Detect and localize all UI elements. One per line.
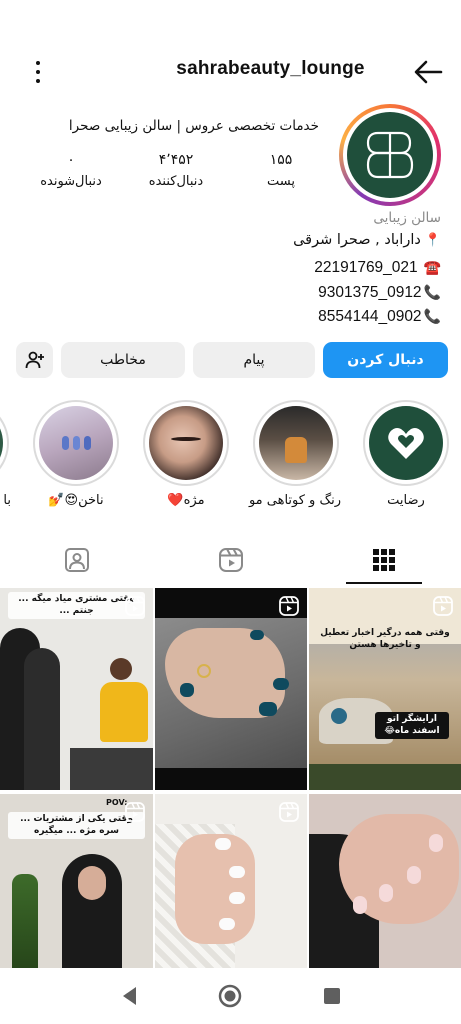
- post-caption-inner: ارایشگر اتو اسفند ماه😂: [375, 712, 449, 740]
- post-thumbnail[interactable]: وقتی مشتری میاد میگه ... جنتم ...: [0, 588, 153, 790]
- profile-stats: ۱۵۵ پست ۴٬۴۵۲ دنبال‌کننده ۰ دنبال‌شونده: [31, 152, 321, 189]
- reels-icon: [219, 548, 243, 572]
- reel-icon: [125, 802, 145, 822]
- phone-line-2[interactable]: 9301375_0912 📞: [318, 284, 441, 302]
- stat-posts-value: ۱۵۵: [269, 152, 293, 168]
- tab-reels[interactable]: [154, 536, 308, 584]
- back-arrow-icon[interactable]: [413, 58, 443, 86]
- stat-following-label: دنبال‌شونده: [40, 174, 102, 189]
- profile-actions: دنبال کردن پیام مخاطب: [16, 342, 448, 378]
- phone-number: 9301375_0912: [318, 284, 422, 301]
- active-tab-indicator: [346, 582, 422, 584]
- highlight-lashes[interactable]: مژه❤️: [141, 400, 231, 508]
- tab-tagged[interactable]: [0, 536, 154, 584]
- telephone-icon: ☎️: [419, 259, 441, 275]
- location-pin-icon: 📍: [424, 233, 441, 248]
- highlight-label: ناخن😍💅: [48, 493, 104, 508]
- system-nav-bar: [0, 968, 461, 1024]
- post-thumbnail[interactable]: [155, 588, 307, 790]
- highlight-satisfaction[interactable]: رضایت: [361, 400, 451, 508]
- sb-logo-icon: [366, 131, 414, 179]
- highlight-partial[interactable]: با: [0, 400, 11, 508]
- reel-icon: [279, 596, 299, 616]
- location-line: 📍داراباد , صحرا شرقی: [293, 232, 441, 248]
- stat-posts-label: پست: [267, 174, 295, 189]
- post-thumbnail[interactable]: [309, 794, 461, 968]
- phone-number: 22191769_021: [314, 259, 418, 276]
- grid-icon: [373, 549, 395, 571]
- profile-header: sahrabeauty_lounge: [0, 52, 461, 92]
- post-thumbnail[interactable]: وقتی همه درگیر اخبار تعطیل و تاخیرها هست…: [309, 588, 461, 790]
- tab-posts-grid[interactable]: [307, 536, 461, 584]
- phone-line-3[interactable]: 8554144_0902 📞: [318, 308, 441, 326]
- highlight-label: مژه❤️: [167, 493, 205, 508]
- follow-button[interactable]: دنبال کردن: [323, 342, 448, 378]
- post-thumbnail[interactable]: وقتی یکی از مشتریات ... سره مژه ... میگی…: [0, 794, 153, 968]
- story-highlights: رضایت رنگ و کوتاهی مو مژه❤️ ناخن😍💅 با: [0, 400, 461, 520]
- stat-followers[interactable]: ۴٬۴۵۲ دنبال‌کننده: [136, 152, 216, 189]
- profile-tabs: [0, 536, 461, 586]
- tagged-icon: [65, 548, 89, 572]
- highlight-label: رنگ و کوتاهی مو: [248, 493, 341, 508]
- suggested-users-button[interactable]: [16, 342, 53, 378]
- posts-grid: وقتی همه درگیر اخبار تعطیل و تاخیرها هست…: [0, 588, 461, 968]
- highlight-label: رضایت: [387, 493, 425, 508]
- stat-following[interactable]: ۰ دنبال‌شونده: [31, 152, 111, 189]
- profile-avatar[interactable]: [339, 104, 441, 206]
- location-text: داراباد , صحرا شرقی: [293, 232, 421, 248]
- highlight-label: با: [3, 493, 11, 508]
- bio-headline: خدمات تخصصی عروس | سالن زیبایی صحرا: [68, 118, 319, 134]
- heart-icon: [388, 428, 424, 459]
- profile-category: سالن زیبایی: [373, 210, 441, 226]
- phone-receiver-icon: 📞: [423, 308, 441, 324]
- phone-line-1[interactable]: 22191769_021 ☎️: [314, 259, 441, 277]
- add-user-icon: [25, 351, 44, 369]
- post-caption: وقتی همه درگیر اخبار تعطیل و تاخیرها هست…: [320, 628, 450, 650]
- profile-username: sahrabeauty_lounge: [176, 58, 365, 79]
- post-thumbnail[interactable]: [155, 794, 307, 968]
- stat-posts[interactable]: ۱۵۵ پست: [241, 152, 321, 189]
- stat-followers-value: ۴٬۴۵۲: [158, 152, 194, 168]
- stat-following-value: ۰: [67, 152, 75, 168]
- contact-button[interactable]: مخاطب: [61, 342, 185, 378]
- phone-receiver-icon: 📞: [423, 284, 441, 300]
- reel-icon: [433, 596, 453, 616]
- nav-recents-icon[interactable]: [320, 984, 344, 1008]
- reel-icon: [279, 802, 299, 822]
- message-button[interactable]: پیام: [193, 342, 315, 378]
- highlight-nails[interactable]: ناخن😍💅: [31, 400, 121, 508]
- phone-number: 8554144_0902: [318, 308, 422, 325]
- highlight-hair[interactable]: رنگ و کوتاهی مو: [248, 400, 341, 508]
- nav-home-icon[interactable]: [218, 984, 242, 1008]
- stat-followers-label: دنبال‌کننده: [148, 174, 204, 189]
- reel-icon: [125, 596, 145, 616]
- nav-back-icon[interactable]: [118, 984, 142, 1008]
